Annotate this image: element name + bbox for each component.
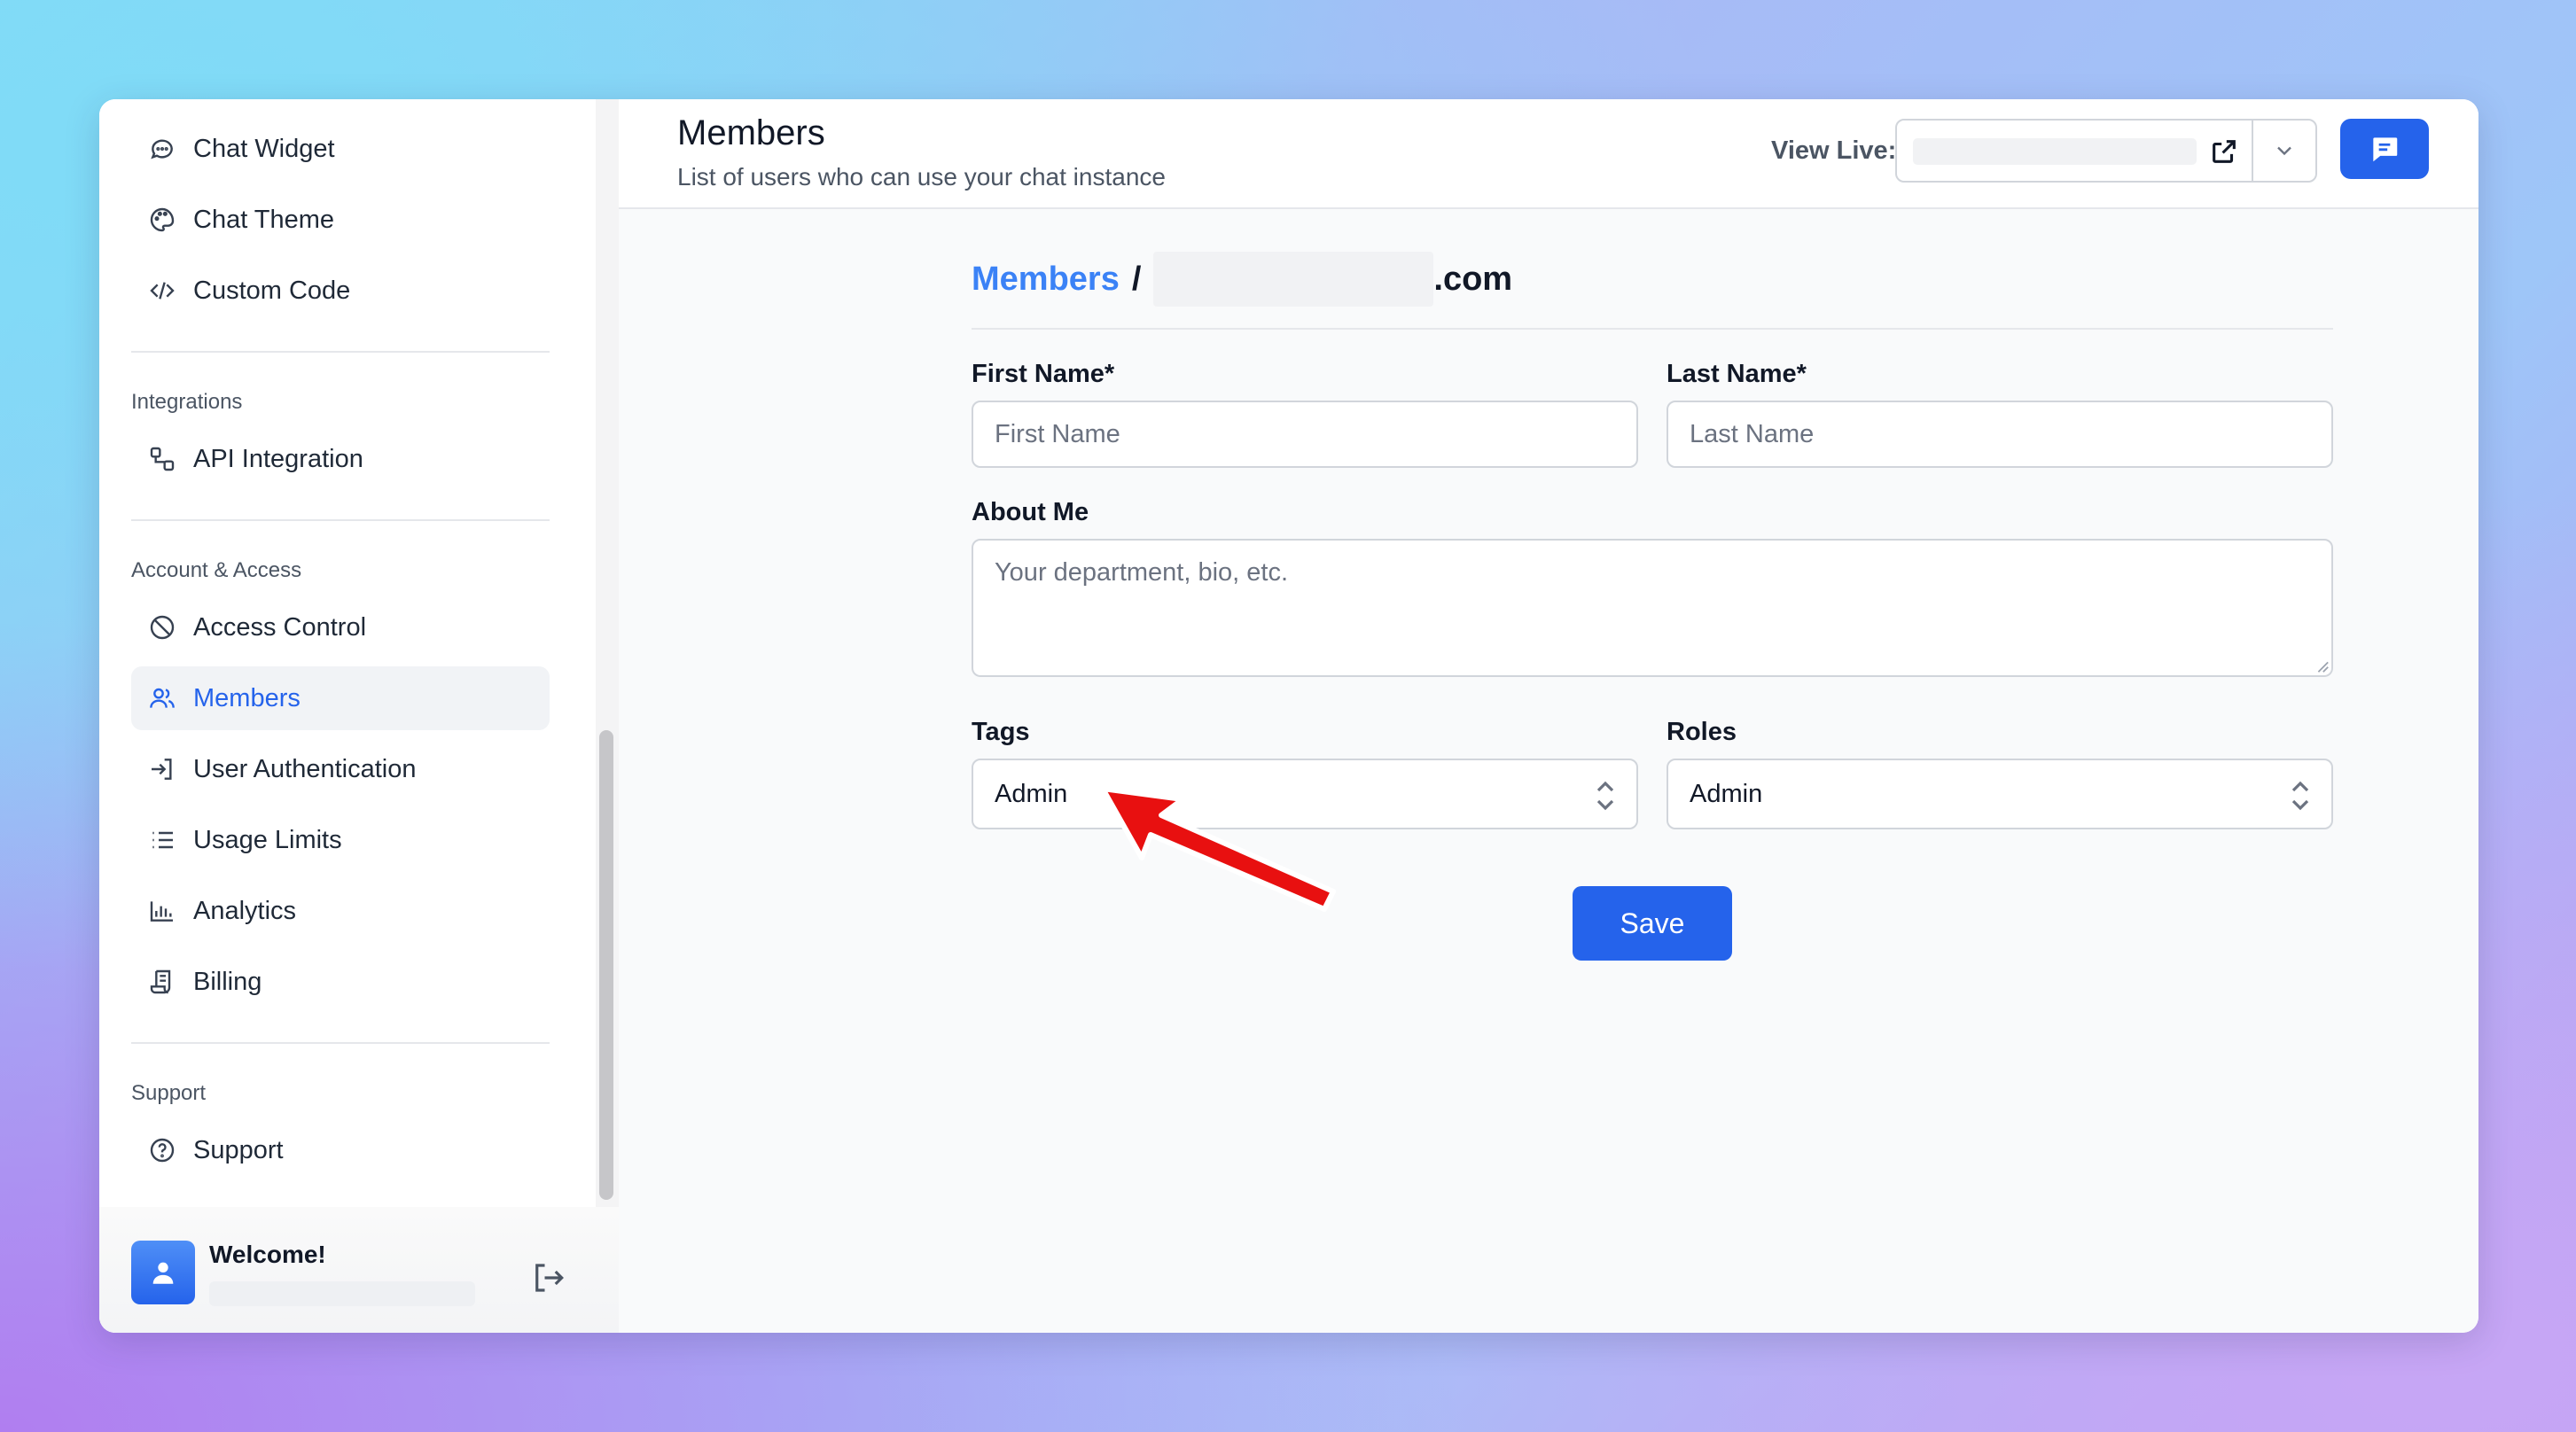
ban-icon: [147, 612, 177, 642]
sidebar-item-label: Billing: [193, 967, 262, 996]
sidebar-item-label: Analytics: [193, 896, 297, 925]
first-name-input[interactable]: [972, 401, 1638, 468]
view-live-selector: [1895, 119, 2317, 183]
users-icon: [147, 683, 177, 713]
open-chat-button[interactable]: [2340, 119, 2429, 179]
sidebar-item-custom-code[interactable]: Custom Code: [131, 259, 550, 323]
redacted-domain: [1153, 252, 1434, 307]
section-label-integrations: Integrations: [131, 390, 243, 414]
receipt-icon: [147, 967, 177, 997]
logout-icon: [535, 1264, 564, 1292]
tags-label: Tags: [972, 718, 1030, 746]
roles-selected-value: Admin: [1690, 779, 1763, 808]
sidebar-scrollbar-thumb[interactable]: [599, 730, 613, 1200]
last-name-input[interactable]: [1667, 401, 2333, 468]
sidebar-item-support[interactable]: Support: [131, 1118, 550, 1182]
first-name-label: First Name*: [972, 360, 1115, 388]
sidebar-divider: [131, 1042, 550, 1044]
about-me-textarea[interactable]: [972, 539, 2333, 677]
sidebar-divider: [131, 519, 550, 521]
roles-select[interactable]: Admin: [1667, 759, 2333, 829]
main-content: Members List of users who can use your c…: [619, 99, 2478, 1333]
redacted-user-email: [209, 1281, 475, 1306]
live-url-link[interactable]: [1897, 121, 2253, 181]
chat-bubble-icon: [147, 134, 177, 164]
last-name-label: Last Name*: [1667, 360, 1807, 388]
content-divider: [972, 328, 2333, 330]
app-window: Chat Widget Chat Theme Custom Code Integ…: [99, 99, 2478, 1333]
bar-chart-icon: [147, 896, 177, 926]
roles-label: Roles: [1667, 718, 1737, 746]
welcome-text: Welcome!: [209, 1241, 326, 1268]
sidebar-item-label: Usage Limits: [193, 825, 342, 854]
palette-icon: [147, 205, 177, 235]
sidebar-item-analytics[interactable]: Analytics: [131, 879, 550, 943]
chevron-up-down-icon: [2291, 781, 2309, 811]
sidebar-item-chat-widget[interactable]: Chat Widget: [131, 117, 550, 181]
sidebar-item-label: Members: [193, 683, 301, 712]
list-icon: [147, 825, 177, 855]
sidebar-item-user-authentication[interactable]: User Authentication: [131, 737, 550, 801]
api-icon: [147, 444, 177, 474]
section-label-account: Account & Access: [131, 558, 302, 582]
user-icon: [152, 1262, 174, 1284]
redacted-live-url: [1913, 138, 2197, 165]
sidebar-divider: [131, 351, 550, 353]
page-title: Members: [677, 113, 825, 152]
annotation-arrow: [1100, 786, 1336, 912]
live-dropdown-toggle[interactable]: [2253, 121, 2315, 181]
page-subtitle: List of users who can use your chat inst…: [677, 163, 1166, 191]
sidebar-item-billing[interactable]: Billing: [131, 950, 550, 1014]
resize-handle-icon[interactable]: [2314, 658, 2330, 673]
help-circle-icon: [147, 1135, 177, 1165]
sidebar-item-chat-theme[interactable]: Chat Theme: [131, 188, 550, 252]
chevron-up-down-icon: [1596, 781, 1614, 811]
sidebar-item-label: API Integration: [193, 444, 363, 473]
code-icon: [147, 276, 177, 306]
sidebar-item-label: Access Control: [193, 612, 367, 642]
tags-select[interactable]: Admin: [972, 759, 1638, 829]
external-link-icon: [2213, 140, 2236, 163]
avatar: [131, 1241, 195, 1304]
breadcrumb: Members / .com: [972, 252, 1512, 307]
sidebar-item-members[interactable]: Members: [131, 666, 550, 730]
section-label-support: Support: [131, 1081, 207, 1105]
user-panel: Welcome!: [99, 1207, 619, 1333]
sidebar-item-label: Chat Theme: [193, 205, 335, 234]
breadcrumb-separator: /: [1131, 260, 1142, 298]
breadcrumb-members-link[interactable]: Members: [972, 261, 1120, 299]
sidebar-item-access-control[interactable]: Access Control: [131, 595, 550, 659]
login-icon: [147, 754, 177, 784]
view-live-label: View Live:: [1771, 136, 1897, 165]
sidebar-item-usage-limits[interactable]: Usage Limits: [131, 808, 550, 872]
about-me-label: About Me: [972, 498, 1089, 526]
logout-button[interactable]: [527, 1257, 569, 1299]
message-icon: [2373, 137, 2398, 162]
sidebar-item-label: Chat Widget: [193, 134, 335, 163]
sidebar-item-label: Support: [193, 1135, 284, 1164]
sidebar: Chat Widget Chat Theme Custom Code Integ…: [99, 99, 619, 1333]
page-header: Members List of users who can use your c…: [619, 99, 2478, 209]
sidebar-item-api-integration[interactable]: API Integration: [131, 427, 550, 491]
save-button[interactable]: Save: [1573, 886, 1732, 961]
chevron-down-icon: [2277, 146, 2291, 156]
breadcrumb-domain: .com: [1433, 260, 1513, 298]
sidebar-item-label: User Authentication: [193, 754, 417, 783]
sidebar-item-label: Custom Code: [193, 276, 351, 305]
tags-selected-value: Admin: [995, 779, 1068, 808]
